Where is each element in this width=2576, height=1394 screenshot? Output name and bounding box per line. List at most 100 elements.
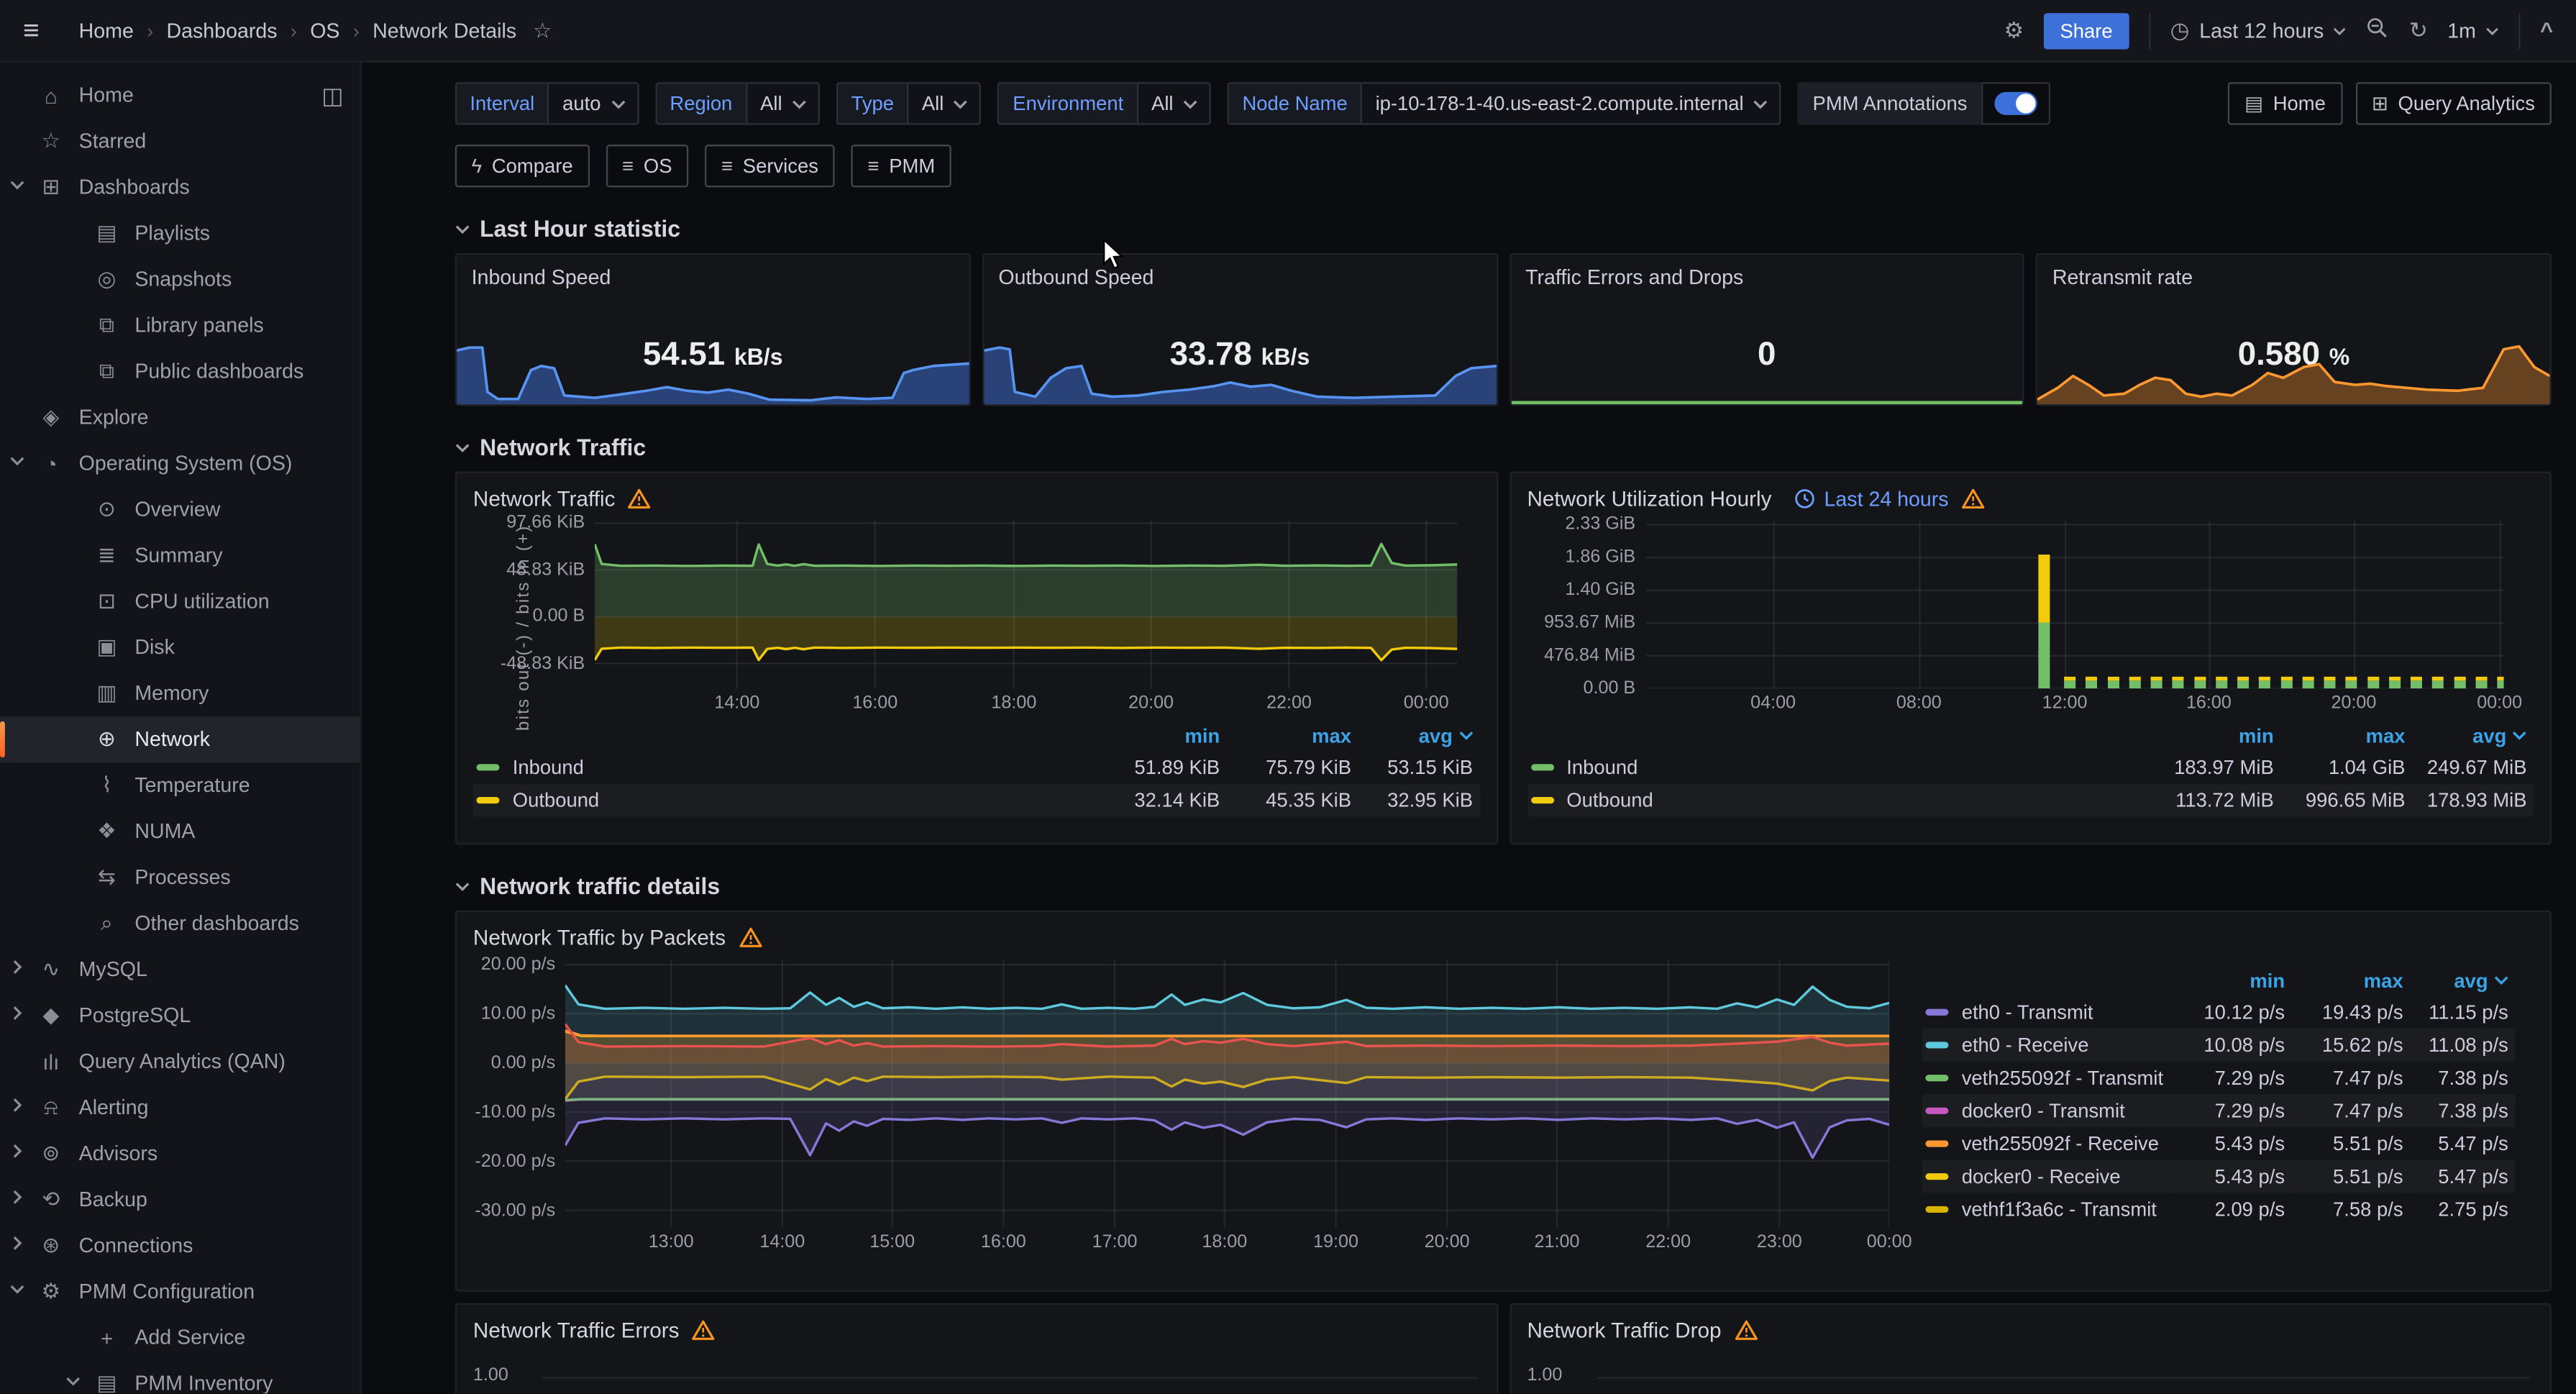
query-analytics-button[interactable]: ⊞Query Analytics — [2355, 82, 2552, 124]
legend-series[interactable]: Inbound — [473, 751, 1095, 784]
refresh-icon[interactable]: ↻ — [2409, 17, 2428, 44]
sidebar-item-advisors[interactable]: ⊚Advisors — [0, 1131, 360, 1177]
legend-header-max[interactable]: max — [2280, 721, 2412, 751]
legend-series[interactable]: docker0 - Transmit — [1922, 1094, 2170, 1127]
chevron-right-icon[interactable] — [0, 960, 33, 979]
section-network-traffic-details[interactable]: Network traffic details — [455, 871, 2552, 901]
sidebar-item-pmm-inventory[interactable]: ▤PMM Inventory — [0, 1361, 360, 1394]
time-range-picker[interactable]: ◷ Last 12 hours — [2170, 17, 2347, 44]
chevron-right-icon[interactable] — [0, 1006, 33, 1025]
legend-series[interactable]: Outbound — [473, 784, 1095, 817]
sidebar-item-postgresql[interactable]: ◆PostgreSQL — [0, 993, 360, 1039]
breadcrumb-item[interactable]: Network Details — [373, 19, 516, 42]
legend-header-avg[interactable]: avg — [2410, 966, 2515, 996]
compare-link-button[interactable]: ϟCompare — [455, 145, 590, 187]
legend-series[interactable]: eth0 - Transmit — [1922, 996, 2170, 1029]
sidebar-item-snapshots[interactable]: ◎Snapshots — [0, 256, 360, 302]
sidebar-item-dashboards[interactable]: ⊞Dashboards — [0, 164, 360, 210]
variable-value-dropdown[interactable]: All — [746, 82, 821, 124]
panel-title[interactable]: Network Traffic Drop — [1527, 1318, 1721, 1342]
caret-up-icon[interactable]: ^ — [2540, 18, 2553, 42]
panel-title[interactable]: Network Traffic — [473, 486, 616, 511]
stat-panel-title[interactable]: Outbound Speed — [998, 266, 1154, 289]
chevron-down-icon[interactable] — [56, 1374, 89, 1393]
legend-header-max[interactable]: max — [1226, 721, 1358, 751]
stat-panel-title[interactable]: Inbound Speed — [472, 266, 611, 289]
sidebar-item-cpu-utilization[interactable]: ⊡CPU utilization — [0, 578, 360, 624]
services-link-button[interactable]: ≡Services — [705, 145, 835, 187]
legend-series[interactable]: veth255092f - Receive — [1922, 1127, 2170, 1160]
panel-time-link[interactable]: Last 24 hours — [1794, 487, 1948, 510]
sidebar-item-query-analytics-qan-[interactable]: ılıQuery Analytics (QAN) — [0, 1039, 360, 1085]
sidebar-item-memory[interactable]: ▥Memory — [0, 670, 360, 716]
legend-header-max[interactable]: max — [2291, 966, 2409, 996]
gear-icon[interactable]: ⚙ — [2004, 17, 2024, 44]
sidebar-item-processes[interactable]: ⇆Processes — [0, 855, 360, 901]
legend-header-avg[interactable]: avg — [2412, 721, 2534, 751]
breadcrumb-item[interactable]: Dashboards — [167, 19, 278, 42]
sidebar-item-summary[interactable]: ≣Summary — [0, 532, 360, 578]
sidebar-item-library-panels[interactable]: ⧉Library panels — [0, 302, 360, 348]
sidebar-item-mysql[interactable]: ∿MySQL — [0, 947, 360, 993]
sidebar-item-starred[interactable]: ☆Starred — [0, 118, 360, 164]
warning-icon[interactable] — [1735, 1319, 1758, 1341]
zoom-out-icon[interactable] — [2367, 17, 2390, 45]
sidebar-item-other-dashboards[interactable]: ⌕Other dashboards — [0, 901, 360, 947]
chart-plot-area[interactable] — [1645, 521, 2503, 688]
sidebar-item-playlists[interactable]: ▤Playlists — [0, 210, 360, 256]
stat-panel-title[interactable]: Retransmit rate — [2052, 266, 2193, 289]
sidebar-item-operating-system-os-[interactable]: ◔Operating System (OS) — [0, 440, 360, 486]
menu-icon[interactable]: ≡ — [23, 14, 65, 47]
favorite-star-icon[interactable]: ☆ — [533, 17, 552, 44]
sidebar-item-overview[interactable]: ⊙Overview — [0, 486, 360, 532]
section-network-traffic[interactable]: Network Traffic — [455, 432, 2552, 462]
sidebar-item-home[interactable]: ⌂Home — [0, 73, 360, 119]
legend-series[interactable]: Inbound — [1527, 751, 2149, 784]
chevron-right-icon[interactable] — [0, 1236, 33, 1255]
legend-header-min[interactable]: min — [2170, 966, 2291, 996]
chart-plot-area[interactable] — [565, 960, 1889, 1227]
chevron-right-icon[interactable] — [0, 1144, 33, 1163]
variable-value-dropdown[interactable]: auto — [548, 82, 639, 124]
sidebar-item-numa[interactable]: ❖NUMA — [0, 808, 360, 855]
sidebar-item-network[interactable]: ⊕Network — [0, 716, 360, 762]
legend-series[interactable]: docker0 - Receive — [1922, 1160, 2170, 1193]
legend-series[interactable]: Outbound — [1527, 784, 2149, 817]
sidebar-item-add-service[interactable]: +Add Service — [0, 1315, 360, 1361]
sidebar-item-backup[interactable]: ⟲Backup — [0, 1177, 360, 1223]
chevron-right-icon[interactable] — [0, 1190, 33, 1209]
chart-plot-area[interactable] — [595, 521, 1457, 688]
panel-title[interactable]: Network Traffic Errors — [473, 1318, 680, 1342]
pmm-annotations-toggle[interactable] — [1995, 92, 2037, 115]
panel-title[interactable]: Network Traffic by Packets — [473, 925, 726, 949]
section-last-hour-statistic[interactable]: Last Hour statistic — [455, 214, 2552, 243]
chevron-right-icon[interactable] — [0, 1098, 33, 1117]
refresh-interval-picker[interactable]: 1m — [2447, 19, 2499, 42]
variable-value-dropdown[interactable]: All — [1136, 82, 1211, 124]
chevron-down-icon[interactable] — [0, 178, 33, 197]
legend-header-avg[interactable]: avg — [1358, 721, 1479, 751]
sidebar-item-connections[interactable]: ⊛Connections — [0, 1223, 360, 1269]
pmm-link-button[interactable]: ≡PMM — [851, 145, 951, 187]
legend-series[interactable]: eth0 - Receive — [1922, 1029, 2170, 1062]
sidebar-item-public-dashboards[interactable]: ⧉Public dashboards — [0, 348, 360, 394]
legend-header-min[interactable]: min — [1095, 721, 1227, 751]
stat-panel-title[interactable]: Traffic Errors and Drops — [1525, 266, 1743, 289]
sidebar-item-alerting[interactable]: ⍾Alerting — [0, 1085, 360, 1131]
sidebar-item-pmm-configuration[interactable]: ⚙PMM Configuration — [0, 1269, 360, 1315]
legend-series[interactable]: vethf1f3a6c - Transmit — [1922, 1193, 2170, 1226]
warning-icon[interactable] — [1962, 488, 1985, 509]
warning-icon[interactable] — [629, 488, 652, 509]
legend-header-min[interactable]: min — [2149, 721, 2280, 751]
os-link-button[interactable]: ≡OS — [606, 145, 688, 187]
sidebar-item-temperature[interactable]: ⌇Temperature — [0, 762, 360, 808]
panel-title[interactable]: Network Utilization Hourly — [1527, 486, 1771, 511]
share-button[interactable]: Share — [2044, 12, 2129, 48]
warning-icon[interactable] — [693, 1319, 716, 1341]
breadcrumb-item[interactable]: Home — [79, 19, 134, 42]
home-button[interactable]: ▤Home — [2228, 82, 2342, 124]
breadcrumb-item[interactable]: OS — [310, 19, 339, 42]
warning-icon[interactable] — [739, 926, 762, 948]
chevron-down-icon[interactable] — [0, 1282, 33, 1301]
sidebar-item-explore[interactable]: ◈Explore — [0, 394, 360, 440]
